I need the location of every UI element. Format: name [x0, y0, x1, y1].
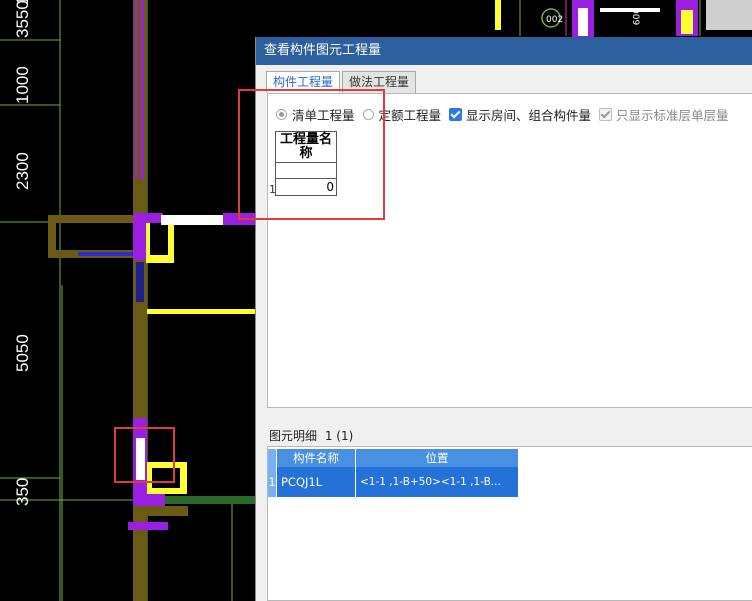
- dimension-label: 3550: [13, 0, 32, 38]
- checkbox-show-rooms[interactable]: 显示房间、组合构件量: [449, 105, 591, 124]
- radio-quota-label: 定额工程量: [378, 108, 442, 123]
- detail-table: 构件名称 位置 1 PCQJ1L <1-1 ,1-B+50><1-1 ,1-B.…: [268, 449, 519, 497]
- row-index-header: [268, 449, 277, 467]
- checkbox-show-rooms-label: 显示房间、组合构件量: [466, 108, 592, 123]
- detail-count: 1 (1): [324, 429, 354, 443]
- detail-title: 图元明细: [269, 429, 318, 443]
- dimension-label: 350: [13, 477, 32, 506]
- highlight-box: [238, 89, 385, 220]
- marker-label: 002: [546, 15, 563, 25]
- dimension-label: 2300: [13, 152, 32, 190]
- column-header-location[interactable]: 位置: [355, 449, 519, 467]
- table-row[interactable]: 1 PCQJ1L <1-1 ,1-B+50><1-1 ,1-B...: [268, 467, 519, 497]
- detail-pane: 构件名称 位置 1 PCQJ1L <1-1 ,1-B+50><1-1 ,1-B.…: [267, 446, 752, 601]
- component-name-cell[interactable]: PCQJ1L: [276, 467, 356, 497]
- checkbox-checked-icon[interactable]: [449, 108, 463, 121]
- dimension-label: 5050: [13, 334, 32, 372]
- highlight-box: [114, 427, 175, 483]
- dialog-title[interactable]: 查看构件图元工程量: [256, 37, 752, 65]
- marker-label: 009: [630, 8, 640, 25]
- dimension-label: 1000: [13, 66, 32, 104]
- dimension-label: 100: [13, 0, 33, 5]
- checkbox-checked-icon[interactable]: [599, 108, 613, 121]
- location-cell[interactable]: <1-1 ,1-B+50><1-1 ,1-B...: [355, 467, 519, 497]
- checkbox-standard-floor[interactable]: 只显示标准层单层量: [599, 105, 729, 124]
- checkbox-standard-floor-label: 只显示标准层单层量: [616, 108, 729, 123]
- column-header-name[interactable]: 构件名称: [276, 449, 356, 467]
- row-index: 1: [268, 467, 277, 497]
- detail-label: 图元明细 1 (1): [269, 427, 353, 444]
